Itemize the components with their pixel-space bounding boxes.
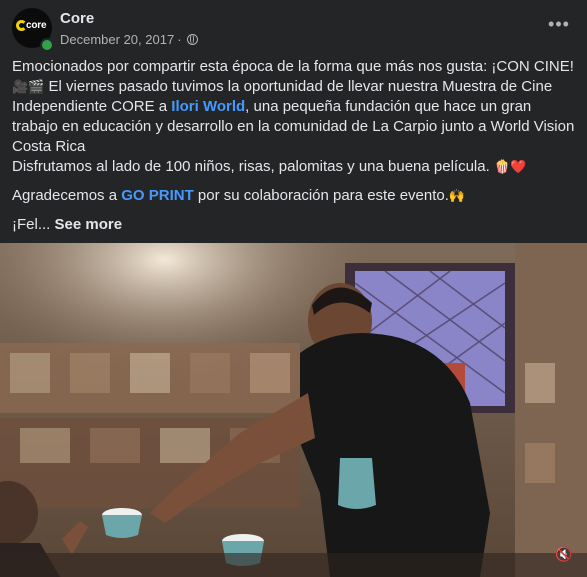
raised-hands-emoji: 🙌 (448, 188, 466, 203)
see-more-button[interactable]: See more (55, 216, 123, 233)
paragraph-4: ¡Fel... See more (12, 215, 576, 235)
paragraph-1: Emocionados por compartir esta época de … (12, 57, 576, 157)
popcorn-heart-emoji: 🍿❤️ (493, 159, 527, 174)
text-span: por su colaboración para este evento. (193, 187, 449, 204)
post-header: core Core December 20, 2017 · ••• (0, 0, 587, 56)
paragraph-3: Agradecemos a GO PRINT por su colaboraci… (12, 186, 576, 206)
online-status-dot (40, 38, 54, 52)
text-span: Disfrutamos al lado de 100 niños, risas,… (12, 158, 494, 175)
mute-button[interactable]: 🔇 (551, 541, 577, 567)
post-meta: December 20, 2017 · (60, 32, 198, 47)
text-span: Emocionados por compartir esta época de … (12, 58, 574, 75)
truncated-text: ¡Fel... (12, 216, 55, 233)
post-text: Emocionados por compartir esta época de … (12, 57, 576, 235)
ilori-world-link[interactable]: Ilori World (171, 98, 245, 115)
page-name-link[interactable]: Core (60, 10, 94, 27)
post-date-link[interactable]: December 20, 2017 (60, 32, 174, 47)
paragraph-2: Disfrutamos al lado de 100 niños, risas,… (12, 157, 576, 177)
post-video[interactable]: 🔇 (0, 243, 587, 577)
go-print-link[interactable]: GO PRINT (121, 187, 194, 204)
globe-icon[interactable] (186, 34, 198, 45)
camera-clapper-emoji: 🎥🎬 (12, 79, 45, 94)
video-frame-illustration (0, 243, 587, 577)
more-options-button[interactable]: ••• (545, 14, 573, 38)
avatar-logo-text: core (26, 20, 47, 31)
meta-separator: · (177, 32, 182, 47)
text-span: Agradecemos a (12, 187, 122, 204)
